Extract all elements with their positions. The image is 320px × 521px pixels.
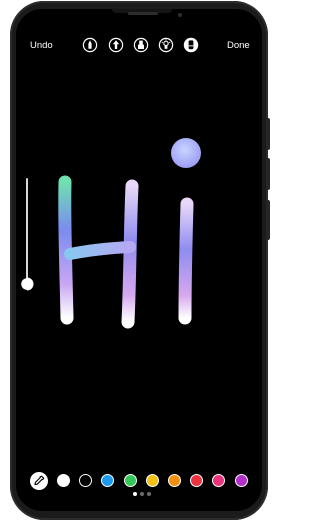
brush-size-slider-thumb[interactable]: [20, 277, 34, 291]
eyedropper-button[interactable]: [30, 472, 48, 490]
color-swatch[interactable]: [123, 474, 137, 487]
color-swatch[interactable]: [57, 474, 70, 487]
pen-tool-icon[interactable]: [82, 37, 98, 53]
arrow-pen-tool-icon[interactable]: [108, 37, 124, 53]
page-dot: [139, 492, 144, 496]
done-button[interactable]: Done: [227, 40, 250, 52]
eyedropper-icon: [34, 475, 45, 486]
volume-down-button: [266, 158, 270, 190]
marker-tool-icon[interactable]: [133, 37, 149, 53]
undo-button[interactable]: Undo: [30, 40, 53, 52]
page-dot: [146, 492, 151, 496]
color-swatch[interactable]: [234, 474, 248, 487]
brush-size-slider[interactable]: [26, 178, 28, 286]
volume-up-button: [266, 118, 270, 150]
front-camera: [178, 13, 182, 17]
drawn-text-hi: [58, 138, 201, 329]
page-dot: [132, 492, 137, 496]
neon-tool-icon[interactable]: [158, 37, 174, 53]
color-swatch[interactable]: [168, 474, 181, 487]
power-button: [266, 200, 270, 240]
speaker: [128, 12, 158, 15]
eraser-tool-icon[interactable]: [183, 37, 199, 53]
color-swatch[interactable]: [145, 474, 159, 487]
drawing-canvas[interactable]: [40, 130, 240, 340]
